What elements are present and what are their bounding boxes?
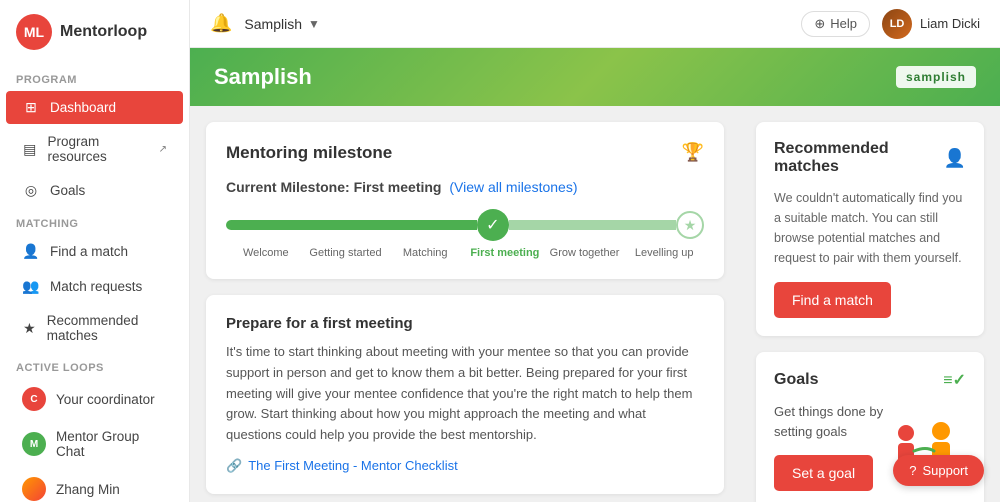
program-section-label: Program	[0, 64, 189, 90]
set-goal-button[interactable]: Set a goal	[774, 455, 873, 491]
mentor-group-chat-label: Mentor Group Chat	[56, 429, 167, 459]
goals-description: Get things done by setting goals	[774, 402, 886, 441]
find-match-icon: 👤	[22, 243, 40, 260]
milestone-progress: ✓ ★	[226, 209, 704, 241]
program-badge: samplish	[896, 66, 976, 88]
sidebar: ML Mentorloop Program ⊞ Dashboard ▤ Prog…	[0, 0, 190, 502]
star-icon: ★	[22, 320, 37, 337]
milestone-seg-first-meeting	[509, 220, 593, 230]
sidebar-item-coordinator[interactable]: C Your coordinator	[6, 379, 183, 419]
right-column: Recommended matches 👤 We couldn't automa…	[740, 106, 1000, 502]
notification-bell-icon[interactable]: 🔔	[210, 13, 232, 34]
milestone-star-icon: ★	[676, 211, 704, 239]
current-milestone-prefix: Current Milestone:	[226, 179, 350, 195]
sidebar-item-mentor-group-chat[interactable]: M Mentor Group Chat	[6, 421, 183, 467]
support-icon: ?	[909, 463, 916, 478]
user-name: Liam Dicki	[920, 16, 980, 31]
help-button[interactable]: ⊕ Help	[801, 11, 870, 37]
goals-card-title: Goals ≡✓	[774, 370, 966, 390]
milestone-seg-grow	[592, 220, 676, 230]
program-resources-label: Program resources	[48, 134, 147, 164]
active-loops-section-label: Active loops	[0, 352, 189, 378]
chevron-down-icon: ▼	[308, 17, 320, 31]
sidebar-item-program-resources[interactable]: ▤ Program resources ↗	[6, 126, 183, 172]
step-grow-together: Grow together	[545, 247, 625, 259]
main-column: Mentoring milestone 🏆 Current Milestone:…	[190, 106, 740, 502]
recommended-matches-label: Recommended matches	[47, 313, 167, 343]
current-milestone-value: First meeting	[354, 179, 442, 195]
logo-text: Mentorloop	[60, 23, 147, 41]
help-globe-icon: ⊕	[814, 16, 825, 32]
sidebar-item-match-requests[interactable]: 👥 Match requests	[6, 270, 183, 303]
sidebar-item-dashboard[interactable]: ⊞ Dashboard	[6, 91, 183, 124]
milestone-card-title: Mentoring milestone 🏆	[226, 142, 704, 163]
prepare-card: Prepare for a first meeting It's time to…	[206, 295, 724, 494]
link-icon: 🔗	[226, 458, 242, 474]
prepare-link[interactable]: 🔗 The First Meeting - Mentor Checklist	[226, 458, 704, 474]
find-match-label: Find a match	[50, 244, 128, 259]
prepare-link-label: The First Meeting - Mentor Checklist	[248, 458, 458, 473]
milestone-seg-getting-started	[310, 220, 394, 230]
goals-icon: ◎	[22, 182, 40, 199]
goals-list-icon: ≡✓	[943, 370, 966, 390]
match-requests-icon: 👥	[22, 278, 40, 295]
milestone-current-label: Current Milestone: First meeting (View a…	[226, 179, 704, 195]
milestone-check-icon: ✓	[477, 209, 509, 241]
avatar: LD	[882, 9, 912, 39]
help-label: Help	[830, 16, 857, 31]
person-add-icon: 👤	[944, 148, 966, 169]
goals-left: Get things done by setting goals Set a g…	[774, 402, 886, 491]
step-levelling-up: Levelling up	[624, 247, 704, 259]
sidebar-item-recommended-matches[interactable]: ★ Recommended matches	[6, 305, 183, 351]
coordinator-label: Your coordinator	[56, 392, 155, 407]
step-getting-started: Getting started	[306, 247, 386, 259]
logo: ML Mentorloop	[0, 0, 189, 64]
user-menu[interactable]: LD Liam Dicki	[882, 9, 980, 39]
main-area: 🔔 Samplish ▼ ⊕ Help LD Liam Dicki Sampli…	[190, 0, 1000, 502]
zhang-min-label: Zhang Min	[56, 482, 120, 497]
matching-section-label: Matching	[0, 208, 189, 234]
zhang-min-avatar	[22, 477, 46, 501]
sidebar-item-find-match[interactable]: 👤 Find a match	[6, 235, 183, 268]
milestone-title-text: Mentoring milestone	[226, 143, 392, 163]
support-button[interactable]: ? Support	[893, 455, 984, 486]
sidebar-item-goals[interactable]: ◎ Goals	[6, 174, 183, 207]
content-body: Mentoring milestone 🏆 Current Milestone:…	[190, 106, 1000, 502]
match-requests-label: Match requests	[50, 279, 142, 294]
support-label: Support	[922, 463, 968, 478]
external-link-icon: ↗	[159, 144, 167, 155]
milestone-card: Mentoring milestone 🏆 Current Milestone:…	[206, 122, 724, 279]
prepare-text: It's time to start thinking about meetin…	[226, 342, 704, 446]
program-title: Samplish	[214, 64, 312, 90]
trophy-icon: 🏆	[682, 142, 704, 163]
content: Samplish samplish Mentoring milestone 🏆 …	[190, 48, 1000, 502]
navbar: 🔔 Samplish ▼ ⊕ Help LD Liam Dicki	[190, 0, 1000, 48]
dashboard-icon: ⊞	[22, 99, 40, 116]
recommended-matches-title: Recommended matches 👤	[774, 140, 966, 176]
program-header: Samplish samplish	[190, 48, 1000, 106]
find-match-button[interactable]: Find a match	[774, 282, 891, 318]
goals-title-text: Goals	[774, 371, 818, 389]
logo-icon: ML	[16, 14, 52, 50]
milestone-seg-welcome	[226, 220, 310, 230]
view-all-milestones-link[interactable]: (View all milestones)	[449, 179, 577, 195]
prepare-title: Prepare for a first meeting	[226, 315, 704, 332]
recommended-matches-description: We couldn't automatically find you a sui…	[774, 188, 966, 268]
milestone-seg-matching	[393, 220, 477, 230]
recommended-matches-title-text: Recommended matches	[774, 140, 944, 176]
recommended-matches-card: Recommended matches 👤 We couldn't automa…	[756, 122, 984, 336]
group-chat-avatar: M	[22, 432, 46, 456]
sidebar-item-zhang-min[interactable]: Zhang Min	[6, 469, 183, 502]
program-selector[interactable]: Samplish ▼	[244, 16, 319, 32]
dashboard-label: Dashboard	[50, 100, 116, 115]
program-resources-icon: ▤	[22, 141, 38, 158]
step-welcome: Welcome	[226, 247, 306, 259]
goals-label: Goals	[50, 183, 85, 198]
milestone-steps: Welcome Getting started Matching First m…	[226, 247, 704, 259]
program-name: Samplish	[244, 16, 302, 32]
step-first-meeting: First meeting	[465, 247, 545, 259]
step-matching: Matching	[385, 247, 465, 259]
coordinator-avatar: C	[22, 387, 46, 411]
